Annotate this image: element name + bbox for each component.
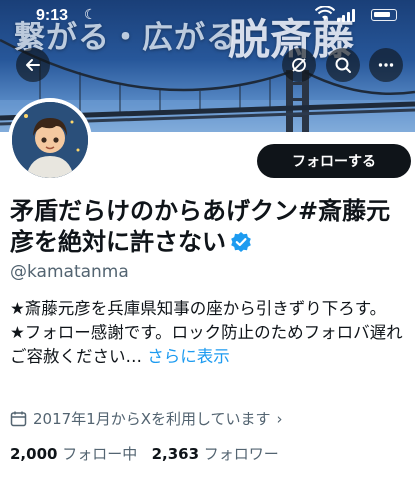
profile-bio: ★斎藤元彦を兵庫県知事の座から引きずり下ろす。 ★フォロー感謝です。ロック防止の… bbox=[10, 297, 410, 369]
battery-icon bbox=[371, 9, 397, 21]
more-options-button[interactable] bbox=[369, 48, 403, 82]
calendar-icon bbox=[10, 411, 27, 427]
following-link[interactable]: 2,000 フォロー中 bbox=[10, 445, 137, 463]
avatar[interactable] bbox=[8, 98, 92, 182]
status-bar: 9:13 ☾ bbox=[0, 0, 415, 28]
back-button[interactable] bbox=[16, 48, 50, 82]
more-horizontal-icon bbox=[378, 63, 394, 67]
chevron-right-icon: › bbox=[276, 409, 283, 428]
follow-button[interactable]: フォローする bbox=[257, 144, 411, 178]
avatar-illustration bbox=[12, 102, 88, 178]
display-name: 矛盾だらけのからあげクン#斎藤元彦を絶対に許さない bbox=[10, 197, 391, 256]
profile-name-block: 矛盾だらけのからあげクン#斎藤元彦を絶対に許さない bbox=[10, 196, 410, 258]
followers-count: 2,363 bbox=[151, 445, 200, 463]
signal-icon bbox=[337, 8, 359, 22]
moon-icon: ☾ bbox=[84, 7, 97, 23]
followers-label: フォロワー bbox=[203, 445, 279, 463]
joined-text: 2017年1月からXを利用しています bbox=[33, 410, 271, 428]
bio-line: ★斎藤元彦を兵庫県知事の座から引きずり下ろす。 bbox=[10, 299, 387, 318]
search-button[interactable] bbox=[326, 48, 360, 82]
status-time: 9:13 bbox=[36, 7, 69, 24]
search-icon bbox=[335, 57, 351, 73]
following-label: フォロー中 bbox=[62, 445, 138, 463]
joined-date[interactable]: 2017年1月からXを利用しています › bbox=[10, 408, 283, 429]
following-count: 2,000 bbox=[10, 445, 58, 463]
wifi-icon bbox=[315, 6, 335, 20]
follow-stats: 2,000 フォロー中 2,363 フォロワー bbox=[10, 443, 279, 464]
verified-badge-icon[interactable] bbox=[230, 231, 252, 253]
grok-button[interactable] bbox=[282, 48, 316, 82]
followers-link[interactable]: 2,363 フォロワー bbox=[152, 445, 279, 463]
bio-line-truncated: ★フォロー感謝です。ロック防止のためフォロバ遅れご容赦ください… さらに表示 bbox=[10, 321, 410, 369]
profile-handle: @kamatanma bbox=[10, 262, 129, 282]
arrow-left-icon bbox=[26, 59, 40, 71]
grok-icon bbox=[292, 58, 306, 72]
show-more-link[interactable]: さらに表示 bbox=[147, 347, 230, 366]
